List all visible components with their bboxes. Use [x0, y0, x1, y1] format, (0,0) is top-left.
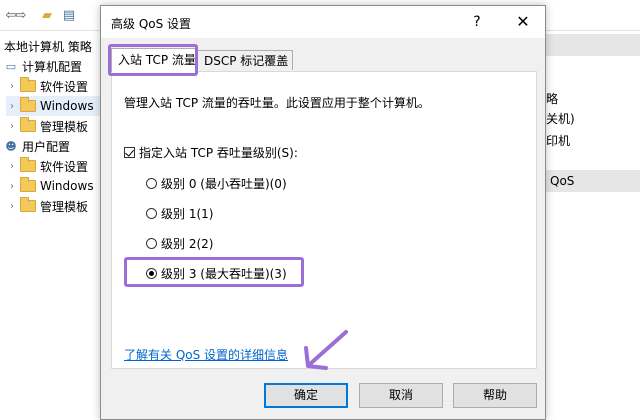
tree-cc-software[interactable]: › 软件设置: [6, 76, 88, 96]
radio-level-2[interactable]: 级别 2(2): [146, 235, 213, 252]
tree-uc-windows[interactable]: › Windows: [6, 176, 94, 196]
folder-icon: [20, 77, 36, 92]
dialog-title: 高级 QoS 设置: [111, 17, 192, 31]
tree-cc-admin-label: 管理模板: [40, 119, 89, 134]
radio-label: 级别 0 (最小吞吐量)(0): [161, 177, 287, 191]
tree-user-config-label: 用户配置: [22, 139, 71, 154]
radio-level-0[interactable]: 级别 0 (最小吞吐量)(0): [146, 175, 287, 192]
user-icon: ☻: [5, 139, 17, 153]
tab-panel: 管理入站 TCP 流量的吞吐量。此设置应用于整个计算机。 指定入站 TCP 吞吐…: [111, 71, 537, 369]
pointer-arrow-icon: [304, 330, 348, 370]
tree-uc-windows-label: Windows: [40, 179, 94, 193]
console-right-pane: 略 关机) 印机 QoS: [546, 30, 640, 420]
tree-computer-config-label: 计算机配置: [22, 59, 83, 74]
console-tree: 本地计算机 策略 ▭ 计算机配置 › 软件设置 › Windows › 管理模板…: [0, 34, 100, 420]
help-icon[interactable]: ?: [465, 12, 489, 32]
tab-dscp-override[interactable]: DSCP 标记覆盖: [197, 50, 293, 70]
folder-up-icon[interactable]: ▰: [38, 6, 56, 24]
radio-level-1[interactable]: 级别 1(1): [146, 205, 213, 222]
tree-uc-admin-label: 管理模板: [40, 199, 89, 214]
advanced-qos-dialog: 高级 QoS 设置 ? ✕ 入站 TCP 流量 DSCP 标记覆盖 管理入站 T…: [100, 5, 546, 420]
ok-button[interactable]: 确定: [264, 383, 348, 408]
tree-uc-admin[interactable]: › 管理模板: [6, 196, 88, 216]
folder-icon: [20, 117, 36, 132]
chevron-right-icon[interactable]: ›: [6, 101, 18, 112]
tree-root-label: 本地计算机 策略: [4, 39, 92, 54]
radio-icon[interactable]: [146, 178, 157, 189]
chevron-right-icon[interactable]: ›: [6, 181, 18, 192]
tree-root[interactable]: 本地计算机 策略: [4, 36, 92, 56]
radio-icon[interactable]: [146, 238, 157, 249]
properties-icon[interactable]: ▤: [60, 6, 78, 24]
close-icon[interactable]: ✕: [511, 12, 535, 32]
list-item-text: 印机: [546, 134, 571, 148]
radio-label: 级别 1(1): [161, 207, 214, 221]
tree-cc-windows-label: Windows: [40, 99, 94, 113]
throughput-level-checkbox[interactable]: 指定入站 TCP 吞吐量级别(S):: [124, 144, 298, 161]
computer-icon: ▭: [5, 59, 17, 73]
tree-cc-windows[interactable]: › Windows: [6, 96, 100, 116]
radio-highlight-box: [124, 257, 304, 287]
tree-cc-software-label: 软件设置: [40, 79, 89, 94]
tree-uc-software-label: 软件设置: [40, 159, 89, 174]
chevron-right-icon[interactable]: ›: [6, 161, 18, 172]
chevron-right-icon[interactable]: ›: [6, 121, 18, 132]
folder-icon: [20, 177, 36, 192]
cancel-button[interactable]: 取消: [359, 383, 443, 408]
tree-user-config[interactable]: ☻ 用户配置: [4, 136, 70, 156]
list-header: [546, 34, 640, 56]
qos-help-link[interactable]: 了解有关 QoS 设置的详细信息: [124, 346, 288, 363]
tree-computer-config[interactable]: ▭ 计算机配置: [4, 56, 82, 76]
checkbox-checked-icon[interactable]: [124, 147, 135, 158]
folder-icon: [20, 197, 36, 212]
description-text: 管理入站 TCP 流量的吞吐量。此设置应用于整个计算机。: [124, 96, 430, 110]
folder-icon: [20, 157, 36, 172]
chevron-right-icon[interactable]: ›: [6, 201, 18, 212]
tree-uc-software[interactable]: › 软件设置: [6, 156, 88, 176]
tree-cc-admin[interactable]: › 管理模板: [6, 116, 88, 136]
dialog-titlebar[interactable]: 高级 QoS 设置 ? ✕: [101, 6, 545, 38]
help-button[interactable]: 帮助: [453, 383, 537, 408]
checkbox-label: 指定入站 TCP 吞吐量级别(S):: [139, 146, 298, 160]
tab-highlight-box: [108, 44, 198, 76]
arrow-right-icon[interactable]: ⇨: [12, 6, 30, 24]
list-item-text: 关机): [546, 112, 575, 126]
radio-label: 级别 2(2): [161, 237, 214, 251]
radio-icon[interactable]: [146, 208, 157, 219]
list-item-text: 略: [546, 92, 559, 106]
list-item-text: QoS: [550, 174, 575, 188]
chevron-right-icon[interactable]: ›: [6, 81, 18, 92]
folder-icon: [20, 97, 36, 112]
